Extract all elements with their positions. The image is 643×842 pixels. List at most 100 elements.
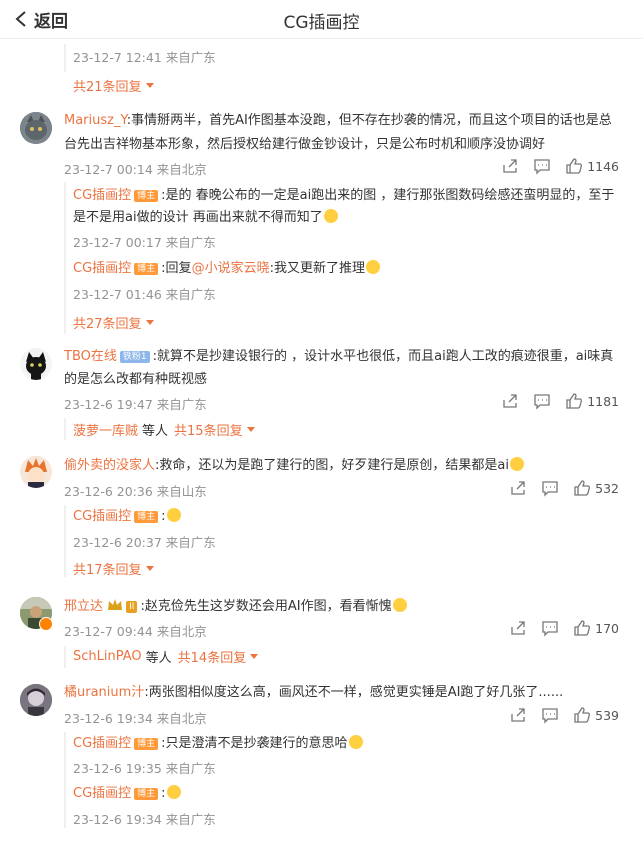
comment-button[interactable]	[541, 479, 559, 497]
blogger-badge: 博主	[134, 510, 159, 523]
share-button[interactable]	[509, 479, 527, 497]
more-replies-user[interactable]: 菠萝一库贼	[73, 420, 138, 439]
reply-time: 23-12-7 01:46 来自广东	[73, 287, 216, 302]
blogger-badge: 博主	[134, 737, 159, 750]
comment-username[interactable]: TBO在线	[64, 349, 117, 364]
crown-icon	[108, 599, 123, 610]
comment-button[interactable]	[533, 392, 551, 410]
comment-button[interactable]	[541, 706, 559, 724]
laugh-cry-emoji-icon	[166, 785, 181, 799]
more-replies-link[interactable]: 共17条回复	[73, 559, 154, 578]
avatar[interactable]	[20, 348, 52, 380]
reply-time: 23-12-6 19:35 来自广东	[73, 761, 216, 776]
reply-username[interactable]: CG插画控	[73, 509, 131, 524]
reply-thread-top	[64, 44, 66, 72]
more-replies-link[interactable]: 菠萝一库贼 等人 共15条回复	[73, 420, 255, 439]
reply-thread	[64, 732, 66, 828]
comment-time: 23-12-7 09:44 来自北京	[64, 624, 207, 639]
like-button[interactable]: 1146	[565, 157, 619, 175]
share-button[interactable]	[501, 157, 519, 175]
share-button[interactable]	[501, 392, 519, 410]
reply-username[interactable]: CG插画控	[73, 261, 131, 276]
like-button[interactable]: 532	[573, 479, 619, 497]
comment-time: 23-12-6 20:36 来自山东	[64, 484, 207, 499]
reply-username[interactable]: CG插画控	[73, 188, 131, 203]
person-avatar-icon	[20, 684, 52, 716]
like-count: 170	[595, 620, 619, 636]
like-count: 539	[595, 707, 619, 723]
like-icon	[574, 480, 591, 496]
reply-text: CG插画控 博主:回复@小说家云晓:我又更新了推理	[73, 259, 380, 279]
comment-username[interactable]: 偷外卖的没家人	[64, 458, 155, 473]
share-icon	[511, 708, 525, 722]
comment-actions: 1146	[487, 157, 619, 175]
comment-actions: 532	[495, 479, 619, 497]
reply-username[interactable]: CG插画控	[73, 786, 131, 801]
more-replies-label: 共21条回复	[73, 80, 142, 95]
level-badge: II	[126, 600, 138, 613]
reply-time: 23-12-6 19:34 来自广东	[73, 812, 216, 827]
reply-thread	[64, 182, 66, 334]
share-button[interactable]	[509, 619, 527, 637]
comment-username[interactable]: 橘uranium汁	[64, 685, 144, 700]
like-count: 1181	[587, 393, 619, 409]
like-button[interactable]: 539	[573, 706, 619, 724]
reply-text: CG插画控 博主:	[73, 507, 181, 527]
share-icon	[511, 481, 525, 495]
like-button[interactable]: 1181	[565, 392, 619, 410]
more-triangle-icon	[145, 320, 154, 325]
reply-time: 23-12-7 00:17 来自广东	[73, 235, 216, 250]
reply-username[interactable]: CG插画控	[73, 736, 131, 751]
more-replies-link[interactable]: SchLinPAO 等人 共14条回复	[73, 647, 259, 666]
more-replies-user[interactable]: SchLinPAO	[73, 649, 142, 664]
page-title: CG插画控	[283, 13, 360, 33]
share-icon	[503, 159, 517, 173]
black-cat-avatar-icon	[20, 348, 52, 380]
mention-link[interactable]: @小说家云晓	[192, 261, 270, 276]
avatar[interactable]	[20, 112, 52, 144]
blogger-badge: 博主	[134, 189, 159, 202]
like-icon	[574, 620, 591, 636]
reply-time: 23-12-6 20:37 来自广东	[73, 535, 216, 550]
more-triangle-icon	[145, 566, 154, 571]
cat-avatar-icon	[20, 112, 52, 144]
avatar[interactable]	[20, 684, 52, 716]
more-replies-link[interactable]: 共27条回复	[73, 313, 154, 332]
comment-time: 23-12-6 19:47 来自广东	[64, 397, 207, 412]
kiss-emoji-icon	[348, 735, 363, 749]
more-replies-link[interactable]: 共21条回复	[73, 76, 154, 95]
comment-actions: 539	[495, 706, 619, 724]
comment-icon	[542, 621, 558, 637]
more-triangle-icon	[246, 427, 255, 432]
blogger-badge: 博主	[134, 787, 159, 800]
fans-badge: 铁粉1	[119, 350, 150, 363]
share-button[interactable]	[509, 706, 527, 724]
comment-text: TBO在线 铁粉1:就算不是抄建设银行的 ，设计水平也很低，而且ai跑人工改的痕迹…	[64, 349, 614, 364]
like-count: 1146	[587, 158, 619, 174]
comment-time: 23-12-7 00:14 来自北京	[64, 162, 207, 177]
like-icon	[574, 707, 591, 723]
share-icon	[503, 394, 517, 408]
reply-thread	[64, 505, 66, 577]
comment-button[interactable]	[541, 619, 559, 637]
comment-icon	[534, 394, 550, 410]
reply-text: CG插画控 博主:是的 春晚公布的一定是ai跑出来的图 ，建行那张图数码绘感还蛮明…	[73, 188, 615, 203]
comment-username[interactable]: 邢立达	[64, 599, 103, 614]
more-triangle-icon	[145, 83, 154, 88]
reply-text-line2: 是不是用ai做的设计 再画出来就不得而知了	[73, 208, 338, 228]
comment-text: 偷外卖的没家人:救命，还以为是跑了建行的图，好歹建行是原创，结果都是ai	[64, 456, 524, 476]
like-button[interactable]: 170	[573, 619, 619, 637]
comment-text: 邢立达 II:赵克俭先生这岁数还会用AI作图，看看惭愧	[64, 597, 407, 617]
comment-icon	[542, 708, 558, 724]
reply-text: CG插画控 博主:	[73, 784, 181, 804]
comment-actions: 170	[495, 619, 619, 637]
reply-time: 23-12-7 12:41 来自广东	[73, 50, 216, 65]
comment-username[interactable]: Mariusz_Y	[64, 113, 127, 128]
anime-avatar-icon	[20, 456, 52, 488]
like-icon	[566, 158, 583, 174]
avatar[interactable]	[20, 456, 52, 488]
like-count: 532	[595, 480, 619, 496]
comment-button[interactable]	[533, 157, 551, 175]
top-bar: 返回 CG插画控	[0, 0, 643, 39]
comment-text: Mariusz_Y:事情掰两半，首先AI作图基本没跑，但不存在抄袭的情况，而且这…	[64, 113, 612, 128]
